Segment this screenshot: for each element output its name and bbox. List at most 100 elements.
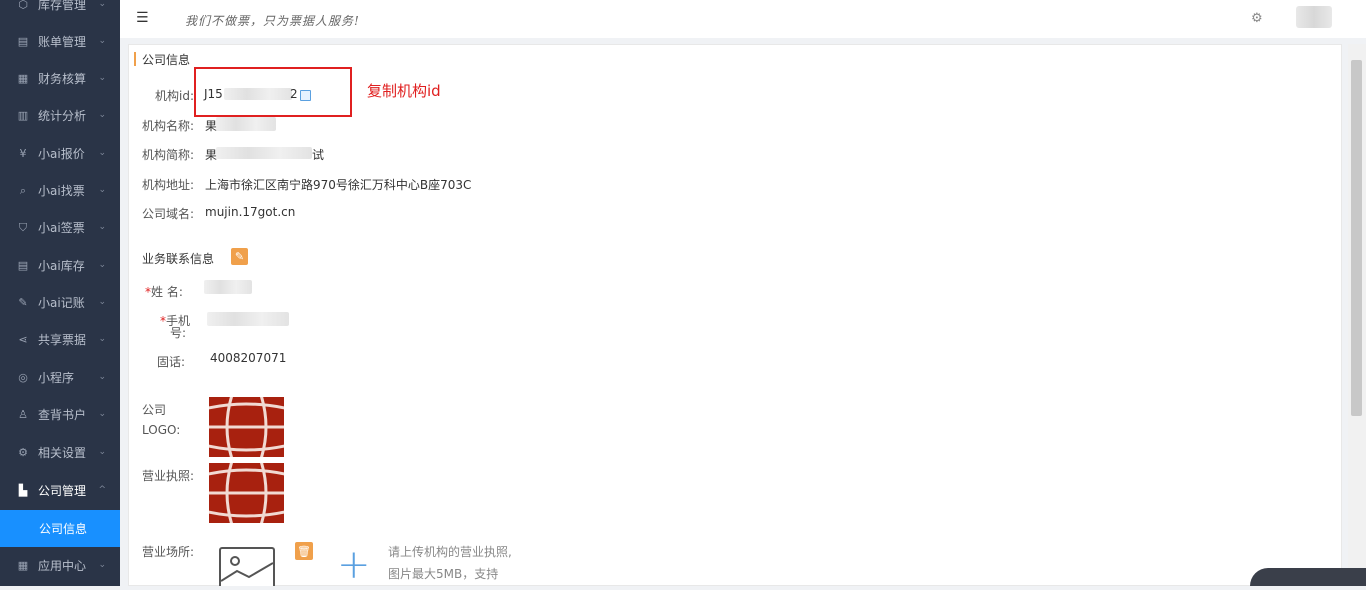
gear-icon: ⚙ xyxy=(18,446,28,459)
sidebar-item-stats[interactable]: ▥ 统计分析 ⌄ xyxy=(0,97,120,134)
annotation-copy-id: 复制机构id xyxy=(367,82,441,100)
sidebar-item-label: 账单管理 xyxy=(38,35,87,49)
redacted-name xyxy=(216,117,276,131)
trash-icon[interactable]: 🗑 xyxy=(295,542,313,560)
yen-icon: ¥ xyxy=(19,147,27,160)
sidebar-item-label: 小程序 xyxy=(38,371,75,385)
sidebar-item-miniprogram[interactable]: ◎ 小程序 ⌄ xyxy=(0,359,120,396)
org-address-label: 机构地址: xyxy=(142,178,195,192)
sidebar-item-label: 查背书户 xyxy=(38,408,87,422)
contact-phone-label-2: 号: xyxy=(170,326,187,340)
sidebar-item-find-ticket[interactable]: ⌕ 小ai找票 ⌄ xyxy=(0,172,120,209)
sidebar-item-label: 小ai记账 xyxy=(38,296,85,310)
chevron-down-icon: ⌄ xyxy=(98,185,106,195)
sidebar-item-share[interactable]: ⋖ 共享票据 ⌄ xyxy=(0,321,120,358)
sidebar-item-label: 库存管理 xyxy=(38,0,87,12)
content-panel xyxy=(128,44,1342,586)
share-icon: ⋖ xyxy=(18,333,28,346)
org-short-suffix: 试 xyxy=(312,148,325,162)
org-name-label: 机构名称: xyxy=(142,119,195,133)
chevron-down-icon: ⌄ xyxy=(98,334,106,344)
compass-icon: ◎ xyxy=(18,371,28,384)
placeholder-graphic xyxy=(220,556,274,582)
sidebar-item-endorser[interactable]: ♙ 查背书户 ⌄ xyxy=(0,396,120,433)
sidebar-item-label: 小ai报价 xyxy=(38,147,85,161)
sidebar-item-bookkeeping[interactable]: ✎ 小ai记账 ⌄ xyxy=(0,284,120,321)
domain-value: mujin.17got.cn xyxy=(205,205,296,219)
license-label: 营业执照: xyxy=(142,469,195,483)
sidebar-item-company[interactable]: ▙ 公司管理 ^ xyxy=(0,472,120,509)
domain-label: 公司域名: xyxy=(142,207,195,221)
chevron-down-icon: ⌄ xyxy=(98,222,106,232)
logo-label-1: 公司 xyxy=(142,403,167,417)
chevron-down-icon: ⌄ xyxy=(98,260,106,270)
sidebar-item-inventory[interactable]: ⬡ 库存管理 ⌄ xyxy=(0,0,120,23)
calc-icon: ▦ xyxy=(17,72,29,85)
sidebar-item-bills[interactable]: ▤ 账单管理 ⌄ xyxy=(0,23,120,60)
top-bar: ☰ 我们不做票，只为票据人服务! ⚙ xyxy=(120,0,1366,38)
bill-icon: ▤ xyxy=(17,35,29,48)
redacted-phone xyxy=(207,312,289,326)
building-icon: ▙ xyxy=(18,484,28,497)
section-title-company: 公司信息 xyxy=(142,53,191,67)
chevron-down-icon: ⌄ xyxy=(98,36,106,46)
sidebar-subitem-company-info[interactable]: 公司信息 xyxy=(0,510,120,547)
sidebar-item-label: 小ai库存 xyxy=(38,259,85,273)
redacted-short-name xyxy=(216,147,312,159)
sidebar-item-stock[interactable]: ▤ 小ai库存 ⌄ xyxy=(0,247,120,284)
highlight-box xyxy=(194,67,352,117)
chart-icon: ▥ xyxy=(17,109,29,122)
sidebar: ⬡ 库存管理 ⌄ ▤ 账单管理 ⌄ ▦ 财务核算 ⌄ ▥ 统计分析 ⌄ ¥ 小a… xyxy=(0,0,120,586)
section-title-contact: 业务联系信息 xyxy=(142,252,215,266)
license-graphic xyxy=(209,463,284,523)
chevron-down-icon: ⌄ xyxy=(98,372,106,382)
contact-name-label: *姓 名: xyxy=(145,285,183,299)
sidebar-item-label: 小ai找票 xyxy=(38,184,85,198)
sidebar-item-label: 公司管理 xyxy=(38,484,87,498)
upload-hint-1: 请上传机构的营业执照, xyxy=(388,545,512,559)
logo-label-2: LOGO: xyxy=(142,423,181,437)
upload-hint-2: 图片最大5MB，支持 xyxy=(388,567,499,581)
sidebar-item-sign-ticket[interactable]: ⛉ 小ai签票 ⌄ xyxy=(0,209,120,246)
redacted-contact-name xyxy=(204,280,252,294)
sidebar-item-quote[interactable]: ¥ 小ai报价 ⌄ xyxy=(0,135,120,172)
org-address-value: 上海市徐汇区南宁路970号徐汇万科中心B座703C xyxy=(205,178,472,192)
scrollbar-thumb[interactable] xyxy=(1351,60,1362,416)
slogan: 我们不做票，只为票据人服务! xyxy=(185,14,360,28)
org-id-label: 机构id: xyxy=(155,89,194,103)
chevron-up-icon: ^ xyxy=(98,485,106,495)
sidebar-item-label: 应用中心 xyxy=(38,559,87,573)
edit-icon[interactable]: ✎ xyxy=(231,248,248,265)
logo-graphic xyxy=(209,397,284,457)
ticket-search-icon: ⌕ xyxy=(19,183,27,197)
section-marker xyxy=(134,52,136,66)
business-license-image[interactable] xyxy=(209,463,284,523)
sidebar-item-label: 统计分析 xyxy=(38,109,87,123)
company-logo-image[interactable] xyxy=(209,397,284,457)
avatar[interactable] xyxy=(1296,6,1332,28)
sidebar-item-label: 共享票据 xyxy=(38,333,87,347)
shield-icon: ⛉ xyxy=(18,220,28,234)
org-short-label: 机构简称: xyxy=(142,148,195,162)
user-icon: ♙ xyxy=(18,408,28,421)
sidebar-item-label: 相关设置 xyxy=(38,446,87,460)
chevron-down-icon: ⌄ xyxy=(98,148,106,158)
menu-toggle-icon[interactable]: ☰ xyxy=(136,11,150,25)
grid-icon: ▦ xyxy=(17,559,29,572)
venue-label: 营业场所: xyxy=(142,545,195,559)
chevron-down-icon: ⌄ xyxy=(98,409,106,419)
edit-icon: ✎ xyxy=(18,296,28,309)
gear-icon[interactable]: ⚙ xyxy=(1251,11,1263,26)
floating-widget[interactable] xyxy=(1250,568,1366,586)
sidebar-item-label: 财务核算 xyxy=(38,72,87,86)
chevron-down-icon: ⌄ xyxy=(98,560,106,570)
chevron-down-icon: ⌄ xyxy=(98,297,106,307)
sidebar-item-apps[interactable]: ▦ 应用中心 ⌄ xyxy=(0,547,120,584)
chevron-down-icon: ⌄ xyxy=(98,447,106,457)
sidebar-item-label: 小ai签票 xyxy=(38,221,85,235)
image-placeholder-icon[interactable] xyxy=(219,547,275,586)
sidebar-item-finance[interactable]: ▦ 财务核算 ⌄ xyxy=(0,60,120,97)
sidebar-item-settings[interactable]: ⚙ 相关设置 ⌄ xyxy=(0,434,120,471)
upload-plus-icon[interactable]: + xyxy=(337,545,371,585)
tel-value: 4008207071 xyxy=(210,351,287,365)
